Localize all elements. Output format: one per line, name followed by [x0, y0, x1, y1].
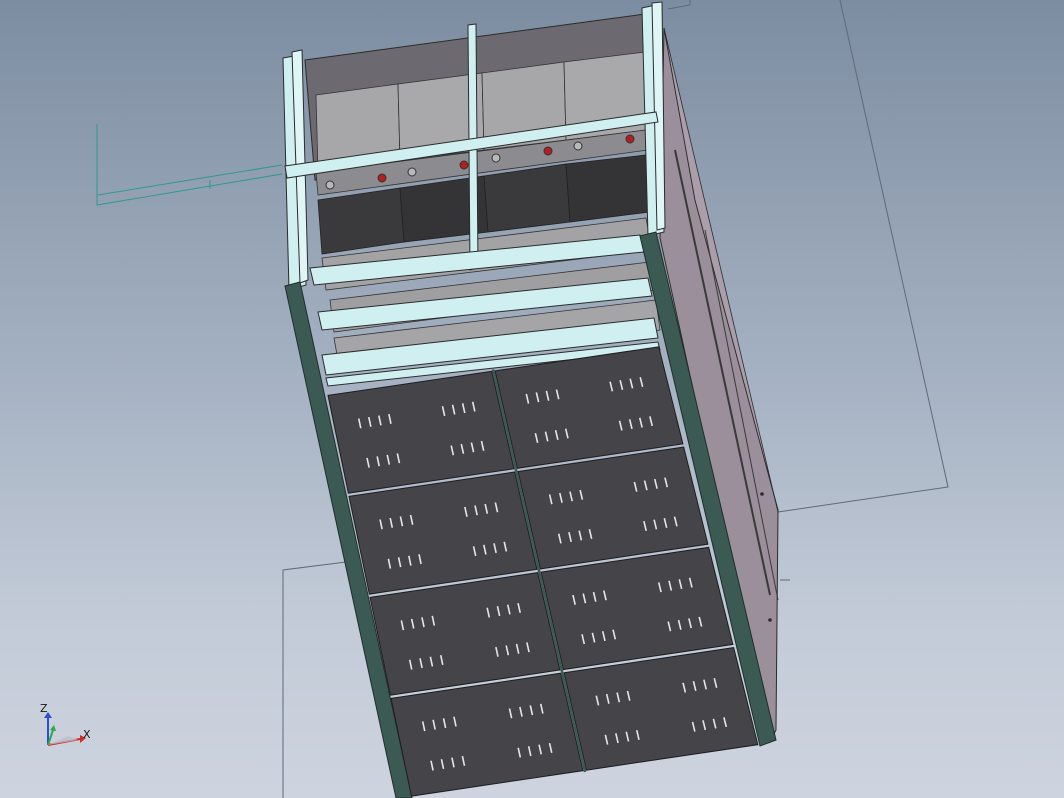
reference-plane-right[interactable] — [777, 0, 949, 513]
front-panel[interactable] — [540, 546, 734, 671]
cad-scene[interactable] — [0, 0, 1064, 798]
front-panel[interactable] — [327, 370, 515, 494]
front-panel[interactable] — [369, 572, 561, 696]
sketch-lines[interactable] — [96, 124, 283, 206]
axis-label-z: Z — [40, 702, 48, 715]
cad-viewport[interactable]: Z X — [0, 0, 1064, 798]
front-panel[interactable] — [517, 446, 709, 570]
front-panel[interactable] — [563, 647, 759, 771]
axis-label-x: X — [83, 728, 91, 741]
reference-plane-top[interactable] — [667, 0, 691, 10]
front-panel[interactable] — [390, 672, 584, 797]
reference-plane-lower[interactable] — [282, 561, 347, 798]
front-panel[interactable] — [348, 471, 538, 595]
axis-triad: Z X — [30, 700, 100, 760]
